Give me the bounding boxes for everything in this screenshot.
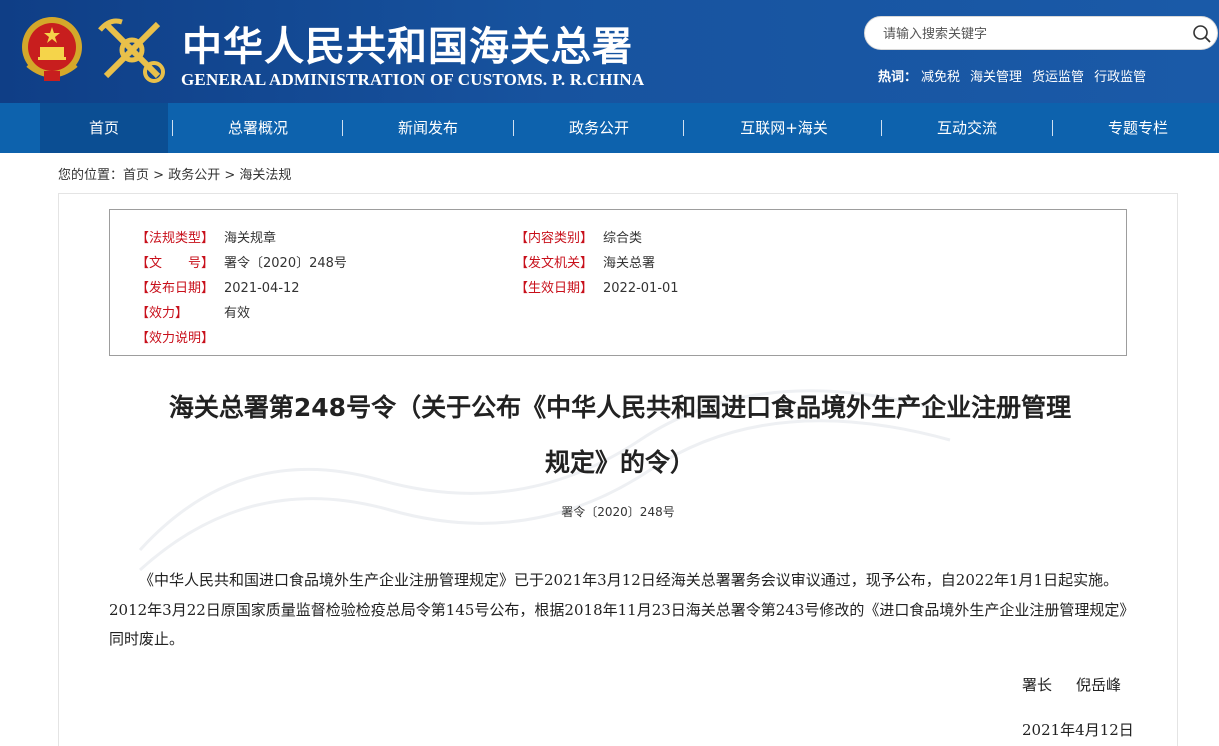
search-input[interactable]	[883, 24, 1173, 44]
document-body: 《中华人民共和国进口食品境外生产企业注册管理规定》已于2021年3月12日经海关…	[109, 571, 1127, 648]
site-header: 中华人民共和国海关总署 GENERAL ADMINISTRATION OF CU…	[0, 0, 1219, 103]
nav-item-internet-plus-customs[interactable]: 互联网+海关	[709, 103, 859, 153]
meta-publish-date: 【发布日期】 2021-04-12	[136, 277, 300, 296]
meta-label: 【效力说明】	[136, 331, 215, 346]
meta-label: 【生效日期】	[515, 281, 594, 296]
hot-word-link[interactable]: 货运监管	[1032, 70, 1084, 85]
signer: 署长 倪岳峰	[1022, 674, 1121, 695]
main-nav: 首页 总署概况 新闻发布 政务公开 互联网+海关 互动交流 专题专栏	[0, 103, 1219, 153]
regulation-metadata: 【法规类型】 海关规章 【内容类别】 综合类 【文 号】 署令〔2020〕248号 【…	[109, 209, 1127, 356]
search-box	[864, 16, 1218, 50]
search-icon[interactable]	[1192, 24, 1212, 44]
breadcrumb-separator: >	[224, 168, 236, 183]
meta-label: 【发文机关】	[515, 256, 594, 271]
meta-document-number: 【文 号】 署令〔2020〕248号	[136, 252, 347, 271]
nav-item-news[interactable]: 新闻发布	[368, 103, 488, 153]
sign-date: 2021年4月12日	[1022, 721, 1134, 739]
meta-validity-note: 【效力说明】	[136, 327, 224, 346]
document-title-line: 规定》的令）	[544, 448, 695, 477]
meta-label: 【发布日期】	[136, 281, 215, 296]
nav-separator	[172, 120, 173, 136]
site-title-cn: 中华人民共和国海关总署	[182, 23, 633, 70]
site-title-en: GENERAL ADMINISTRATION OF CUSTOMS. P. R.…	[181, 70, 645, 89]
meta-label: 【文 号】	[136, 256, 215, 271]
breadcrumb-separator: >	[153, 168, 165, 183]
nav-separator	[881, 120, 882, 136]
document-title-line: 海关总署第248号令（关于公布《中华人民共和国进口食品境外生产企业注册管理	[168, 393, 1072, 422]
hot-words: 热词： 减免税 海关管理 货运监管 行政监管	[878, 66, 1156, 85]
meta-value: 2022-01-01	[603, 281, 679, 296]
hot-word-link[interactable]: 减免税	[921, 70, 960, 85]
hot-word-link[interactable]: 行政监管	[1094, 70, 1146, 85]
nav-item-interaction[interactable]: 互动交流	[907, 103, 1027, 153]
meta-label: 【内容类别】	[515, 231, 594, 246]
national-emblem-icon[interactable]	[18, 13, 86, 85]
meta-value: 2021-04-12	[224, 281, 300, 296]
breadcrumb-prefix: 您的位置：	[58, 168, 124, 183]
meta-validity: 【效力】 有效	[136, 302, 250, 321]
meta-value: 海关规章	[224, 231, 277, 246]
hot-word-link[interactable]: 海关管理	[970, 70, 1022, 85]
meta-effective-date: 【生效日期】 2022-01-01	[515, 277, 679, 296]
meta-label: 【效力】	[136, 306, 189, 321]
signer-role: 署长	[1022, 676, 1053, 694]
nav-separator	[342, 120, 343, 136]
hot-words-label: 热词：	[878, 70, 918, 85]
nav-separator	[513, 120, 514, 136]
nav-item-overview[interactable]: 总署概况	[198, 103, 318, 153]
meta-value: 综合类	[603, 231, 643, 246]
breadcrumb-link-home[interactable]: 首页	[123, 168, 149, 183]
document-title: 海关总署第248号令（关于公布《中华人民共和国进口食品境外生产企业注册管理 规定…	[60, 380, 1180, 490]
meta-value: 署令〔2020〕248号	[224, 256, 347, 271]
nav-separator	[683, 120, 684, 136]
meta-content-category: 【内容类别】 综合类	[515, 227, 642, 246]
customs-emblem-icon	[98, 18, 165, 83]
meta-label: 【法规类型】	[136, 231, 215, 246]
nav-item-home[interactable]: 首页	[40, 103, 168, 153]
document-number: 署令〔2020〕248号	[561, 505, 675, 519]
breadcrumb-link-government-affairs[interactable]: 政务公开	[168, 168, 220, 183]
meta-issuing-authority: 【发文机关】 海关总署	[515, 252, 655, 271]
breadcrumb-link-customs-regulations[interactable]: 海关法规	[239, 168, 291, 183]
meta-value: 有效	[224, 306, 251, 321]
breadcrumb: 您的位置：首页 > 政务公开 > 海关法规	[58, 164, 291, 183]
nav-separator	[1052, 120, 1053, 136]
nav-item-government-affairs[interactable]: 政务公开	[539, 103, 659, 153]
nav-item-special-topics[interactable]: 专题专栏	[1078, 103, 1198, 153]
signer-name: 倪岳峰	[1076, 676, 1122, 694]
meta-value: 海关总署	[603, 256, 656, 271]
meta-regulation-type: 【法规类型】 海关规章	[136, 227, 276, 246]
